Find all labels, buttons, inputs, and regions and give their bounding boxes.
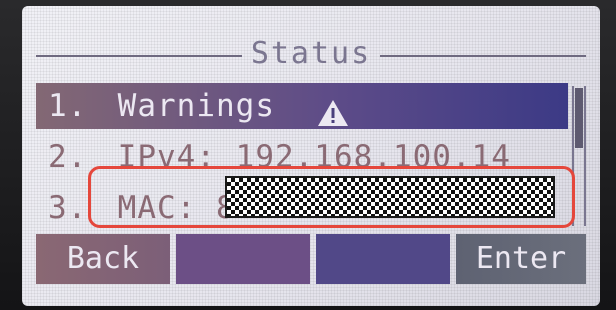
annotation-highlight-box (88, 166, 575, 228)
menu-item-label: Warnings (117, 88, 275, 124)
screen-header: Status (36, 36, 586, 72)
back-softkey[interactable]: Back (36, 234, 170, 284)
softkey-bar: Back Enter (36, 234, 586, 284)
screen-title: Status (250, 36, 372, 71)
warning-triangle-icon (317, 94, 349, 126)
phone-bezel: Status 1. Warnings 2. IPv4: 192.168.100.… (0, 0, 616, 310)
header-divider-right (380, 55, 586, 57)
lcd-screen: Status 1. Warnings 2. IPv4: 192.168.100.… (22, 6, 600, 306)
enter-softkey[interactable]: Enter (456, 234, 586, 284)
softkey-2[interactable] (176, 234, 310, 284)
menu-item-warnings[interactable]: 1. Warnings (36, 83, 568, 129)
softkey-3[interactable] (316, 234, 450, 284)
menu-item-number: 1. (48, 88, 88, 124)
scrollbar-thumb[interactable] (575, 88, 583, 148)
header-divider-left (36, 55, 242, 57)
